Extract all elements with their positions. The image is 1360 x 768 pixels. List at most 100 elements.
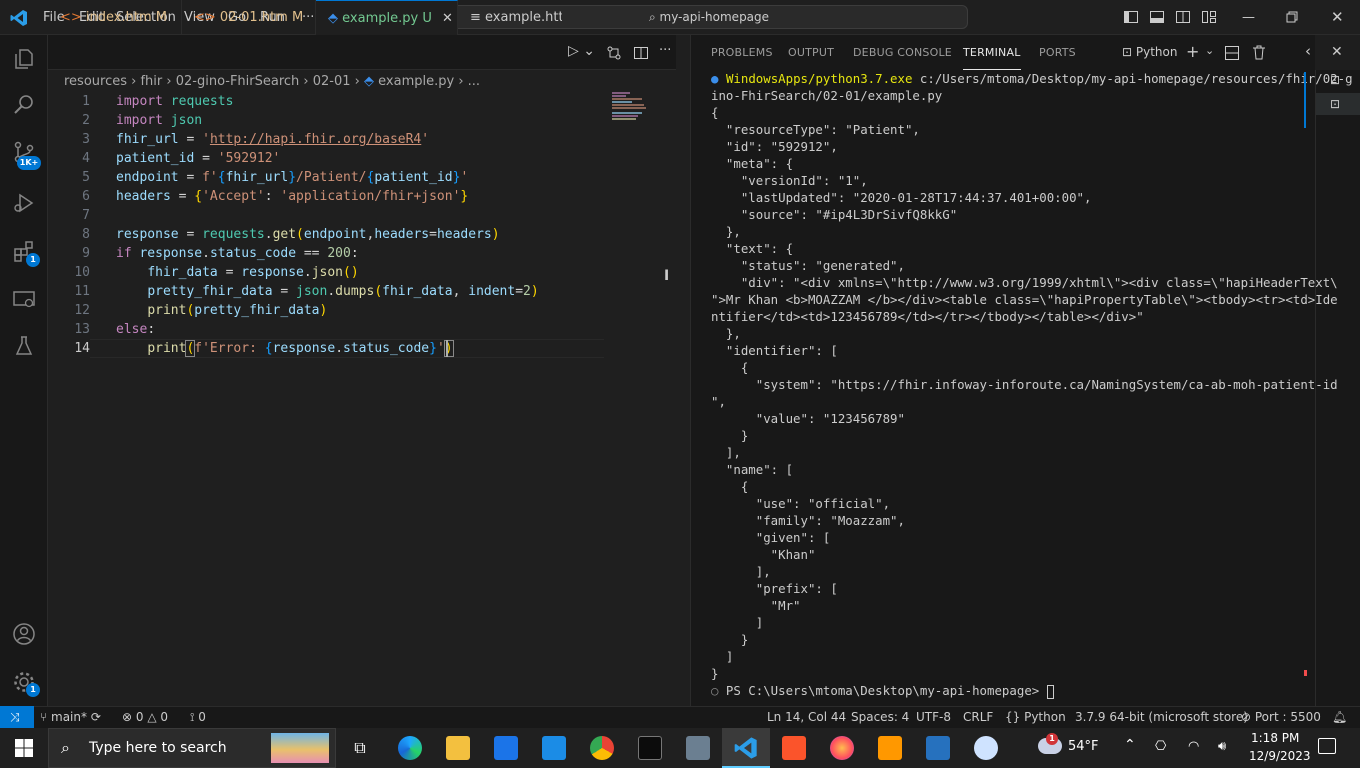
tab-debug-console[interactable]: DEBUG CONSOLE xyxy=(853,35,952,70)
microsoft-store-icon[interactable] xyxy=(494,736,518,760)
breadcrumb-subfolder[interactable]: 02-01 xyxy=(313,74,351,89)
editor-panel-divider[interactable] xyxy=(676,35,691,706)
task-view-icon[interactable]: ⧉ xyxy=(348,736,372,760)
indentation[interactable]: Spaces: 4 xyxy=(851,706,909,728)
chevron-up-icon[interactable]: ⌃ xyxy=(1124,737,1136,753)
firefox-icon[interactable] xyxy=(830,736,854,760)
breadcrumb-symbol[interactable]: ... xyxy=(468,74,480,89)
code-line[interactable]: if response.status_code == 200: xyxy=(116,244,359,263)
ports-forwarded-indicator[interactable]: ⟟ 0 xyxy=(190,706,206,728)
split-terminal-icon[interactable] xyxy=(1225,46,1239,60)
line-number: 4 xyxy=(82,151,90,166)
terminal-output[interactable]: ● WindowsApps/python3.7.exe c:/Users/mto… xyxy=(711,70,1353,699)
vscode-taskbar-item[interactable] xyxy=(722,728,770,768)
tab-ports[interactable]: PORTS xyxy=(1039,35,1076,70)
remote-indicator[interactable]: ⤨ xyxy=(0,706,34,728)
terminal-line: "Khan" xyxy=(711,547,816,562)
wifi-icon[interactable]: ◠ xyxy=(1188,739,1199,754)
problems-indicator[interactable]: ⊗ 0 △ 0 xyxy=(122,706,168,728)
window-close-icon[interactable]: ✕ xyxy=(1331,0,1344,35)
code-line[interactable]: pretty_fhir_data = json.dumps(fhir_data,… xyxy=(116,282,538,301)
close-panel-icon[interactable]: ✕ xyxy=(1331,44,1343,60)
breadcrumb-fhir[interactable]: fhir xyxy=(140,74,162,89)
code-line[interactable]: else: xyxy=(116,320,155,339)
tab-02-01-htm[interactable]: <> 02-01.htm M xyxy=(182,0,316,35)
end-of-line[interactable]: CRLF xyxy=(963,706,993,728)
language-mode[interactable]: {} Python xyxy=(1005,706,1066,728)
tab-output[interactable]: OUTPUT xyxy=(788,35,834,70)
customize-layout-icon[interactable] xyxy=(1201,9,1217,25)
code-line[interactable]: import requests xyxy=(116,92,233,111)
meet-now-icon[interactable]: ⎔ xyxy=(1155,739,1166,754)
clock-time[interactable]: 1:18 PM xyxy=(1251,731,1299,745)
volume-icon[interactable]: 🔊︎ xyxy=(1218,739,1226,754)
compare-changes-icon[interactable] xyxy=(606,45,622,61)
notification-center-icon[interactable] xyxy=(1318,738,1336,754)
testing-icon[interactable] xyxy=(12,334,36,358)
code-line[interactable]: print(f'Error: {response.status_code}') xyxy=(116,339,454,358)
extensions-item[interactable]: 1 xyxy=(12,240,42,270)
toggle-panel-icon[interactable] xyxy=(1149,9,1165,25)
tab-terminal[interactable]: TERMINAL xyxy=(963,35,1021,70)
close-tab-icon[interactable]: ✕ xyxy=(442,11,453,26)
code-line[interactable]: headers = {'Accept': 'application/fhir+j… xyxy=(116,187,468,206)
cursor-position[interactable]: Ln 14, Col 44 xyxy=(767,706,846,728)
python-interpreter[interactable]: 3.7.9 64-bit (microsoft store) xyxy=(1075,706,1248,728)
run-file-icon[interactable]: ▷ ⌄ xyxy=(568,43,595,59)
code-line[interactable]: response = requests.get(endpoint,headers… xyxy=(116,225,500,244)
windows-start-icon[interactable] xyxy=(15,739,33,757)
remote-explorer-icon[interactable] xyxy=(12,288,36,312)
weather-cloud-icon[interactable]: 1 xyxy=(1038,733,1062,754)
window-minimize-icon[interactable]: — xyxy=(1242,0,1255,35)
breadcrumb-folder[interactable]: 02-gino-FhirSearch xyxy=(176,74,300,89)
branch-indicator[interactable]: ⑂ main* ⟳ xyxy=(40,706,101,728)
chevron-down-icon[interactable]: ⌄ xyxy=(1205,44,1214,57)
tab-problems[interactable]: PROBLEMS xyxy=(711,35,773,70)
breadcrumb-resources[interactable]: resources xyxy=(64,74,127,89)
notifications-bell-icon[interactable]: 🔔︎ xyxy=(1332,706,1347,728)
explorer-icon[interactable] xyxy=(12,47,36,71)
search-icon[interactable] xyxy=(12,93,36,117)
terminal-app-icon[interactable] xyxy=(638,736,662,760)
code-line[interactable]: print(pretty_fhir_data) xyxy=(116,301,327,320)
window-restore-icon[interactable] xyxy=(1284,9,1300,25)
encoding[interactable]: UTF-8 xyxy=(916,706,951,728)
clock-date[interactable]: 12/9/2023 xyxy=(1249,749,1311,763)
tab-example-http[interactable]: ≡ example.http xyxy=(458,0,562,35)
terminal-instance-active[interactable]: ⊡ xyxy=(1316,93,1360,115)
tab-index-htm[interactable]: <> index.htm M xyxy=(48,0,182,35)
breadcrumb-file[interactable]: example.py xyxy=(378,74,454,89)
live-server-port[interactable]: ⊘ Port : 5500 xyxy=(1241,706,1321,728)
panel-chevron-left-icon[interactable]: ‹ xyxy=(1305,42,1311,60)
taskbar-search-box[interactable]: ⌕ Type here to search xyxy=(48,728,336,768)
powershell-icon[interactable] xyxy=(926,736,950,760)
control-panel-icon[interactable] xyxy=(686,736,710,760)
file-explorer-icon[interactable] xyxy=(446,736,470,760)
brave-icon[interactable] xyxy=(782,736,806,760)
toggle-secondary-sidebar-icon[interactable] xyxy=(1175,9,1191,25)
terminal-profile[interactable]: ⊡ Python xyxy=(1122,45,1177,59)
tab-example-py[interactable]: ⬘ example.py U ✕ xyxy=(316,0,458,35)
code-line[interactable]: patient_id = '592912' xyxy=(116,149,280,168)
code-line[interactable]: endpoint = f'{fhir_url}/Patient/{patient… xyxy=(116,168,468,187)
code-line[interactable]: fhir_url = 'http://hapi.fhir.org/baseR4' xyxy=(116,130,429,149)
split-editor-icon[interactable] xyxy=(633,45,649,61)
minimap[interactable] xyxy=(612,92,652,122)
editor-more-actions-icon[interactable]: ··· xyxy=(659,43,671,58)
sublime-text-icon[interactable] xyxy=(878,736,902,760)
manage-item[interactable]: 1 xyxy=(12,670,42,700)
source-control-item[interactable]: 1K+ xyxy=(12,140,42,170)
run-debug-icon[interactable] xyxy=(12,191,36,215)
vscode-logo-icon[interactable] xyxy=(10,9,28,27)
weather-temperature[interactable]: 54°F xyxy=(1068,739,1099,754)
mail-icon[interactable] xyxy=(542,736,566,760)
edge-icon[interactable] xyxy=(398,736,422,760)
toggle-primary-sidebar-icon[interactable] xyxy=(1123,9,1139,25)
accounts-icon[interactable] xyxy=(12,622,36,646)
new-terminal-icon[interactable]: + xyxy=(1186,42,1199,61)
code-line[interactable]: import json xyxy=(116,111,202,130)
chrome-icon[interactable] xyxy=(590,736,614,760)
app-d-icon[interactable] xyxy=(974,736,998,760)
trash-icon[interactable] xyxy=(1252,45,1266,60)
code-line[interactable]: fhir_data = response.json() xyxy=(116,263,358,282)
